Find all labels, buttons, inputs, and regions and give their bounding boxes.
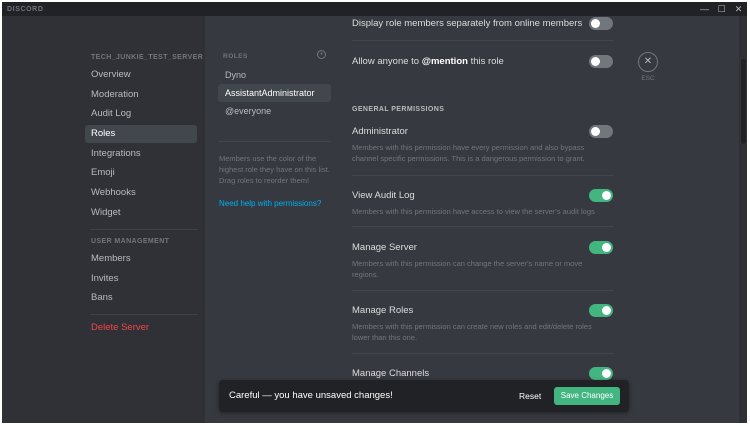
permission-title-manage-channels: Manage Channels [352, 368, 430, 379]
server-name-header: TECH_JUNKIE_TEST_SERVER [91, 54, 204, 61]
permission-title-administrator: Administrator [352, 126, 408, 137]
sidebar-item-emoji[interactable]: Emoji [85, 164, 197, 182]
display-separately-toggle[interactable] [589, 17, 613, 30]
permission-desc-manage-server: Members with this permission can change … [352, 259, 583, 279]
reset-button[interactable]: Reset [519, 391, 541, 401]
permission-desc-administrator: Members with this permission have every … [352, 143, 585, 163]
mention-label-pre: Allow anyone to [352, 56, 422, 67]
titlebar: DISCORD — ☐ ✕ [2, 2, 747, 16]
permission-title-view-audit-log: View Audit Log [352, 190, 415, 201]
settings-sidebar: TECH_JUNKIE_TEST_SERVER Overview Moderat… [2, 16, 205, 423]
role-item-assistant-administrator[interactable]: AssistantAdministrator [218, 84, 331, 102]
roles-header: ROLES [223, 53, 248, 60]
toggle-knob [591, 57, 600, 66]
toggle-knob [591, 127, 600, 136]
toggle-knob [602, 191, 611, 200]
permission-desc-manage-roles: Members with this permission can create … [352, 322, 592, 342]
user-management-header: USER MANAGEMENT [91, 238, 170, 245]
mention-label-bold: @mention [421, 56, 468, 67]
sidebar-item-overview[interactable]: Overview [85, 66, 197, 84]
unsaved-changes-bar: Careful — you have unsaved changes! Rese… [219, 380, 629, 412]
add-role-icon[interactable]: + [317, 50, 326, 59]
toggle-knob [602, 369, 611, 378]
permission-divider [352, 226, 614, 227]
save-changes-button[interactable]: Save Changes [554, 387, 620, 405]
sidebar-item-invites[interactable]: Invites [85, 270, 197, 288]
general-permissions-header: GENERAL PERMISSIONS [352, 106, 445, 113]
sidebar-item-integrations[interactable]: Integrations [85, 145, 197, 163]
permission-divider [352, 290, 614, 291]
permissions-help-link[interactable]: Need help with permissions? [219, 199, 321, 208]
permission-title-manage-roles: Manage Roles [352, 305, 414, 316]
display-separately-label: Display role members separately from onl… [352, 18, 583, 29]
close-window-button[interactable]: ✕ [730, 2, 747, 16]
manage-roles-toggle[interactable] [589, 304, 613, 317]
sidebar-item-moderation[interactable]: Moderation [85, 86, 197, 104]
role-item-everyone[interactable]: @everyone [218, 102, 331, 120]
discord-logo: DISCORD [7, 5, 44, 13]
role-item-dyno[interactable]: Dyno [218, 66, 331, 84]
mention-label: Allow anyone to @mention this role [352, 56, 504, 67]
toggle-knob [591, 19, 600, 28]
manage-server-toggle[interactable] [589, 241, 613, 254]
sidebar-item-widget[interactable]: Widget [85, 204, 197, 222]
permission-divider [352, 175, 614, 176]
unsaved-changes-message: Careful — you have unsaved changes! [229, 390, 393, 401]
scrollbar-thumb[interactable] [741, 59, 746, 144]
permission-divider [352, 353, 614, 354]
sidebar-divider [91, 314, 197, 315]
permission-desc-view-audit-log: Members with this permission have access… [352, 207, 595, 216]
window-controls: — ☐ ✕ [696, 2, 747, 16]
roles-help-text: Members use the color of the highest rol… [219, 154, 330, 185]
manage-channels-toggle[interactable] [589, 367, 613, 380]
toggle-knob [602, 243, 611, 252]
sidebar-divider [91, 229, 197, 230]
maximize-button[interactable]: ☐ [713, 2, 730, 16]
close-settings[interactable]: ✕ ESC [636, 52, 660, 82]
sidebar-item-bans[interactable]: Bans [85, 289, 197, 307]
view-audit-log-toggle[interactable] [589, 189, 613, 202]
roles-divider [218, 141, 331, 142]
sidebar-item-members[interactable]: Members [85, 250, 197, 268]
mention-label-post: this role [467, 56, 504, 67]
permission-title-manage-server: Manage Server [352, 242, 417, 253]
esc-label: ESC [641, 75, 655, 82]
toggle-knob [602, 306, 611, 315]
roles-list-panel: ROLES + Dyno AssistantAdministrator @eve… [205, 16, 337, 423]
minimize-button[interactable]: — [696, 2, 713, 16]
sidebar-item-webhooks[interactable]: Webhooks [85, 184, 197, 202]
close-icon[interactable]: ✕ [638, 52, 658, 72]
settings-divider [352, 40, 614, 41]
sidebar-item-audit-log[interactable]: Audit Log [85, 105, 197, 123]
delete-server-button[interactable]: Delete Server [85, 319, 197, 337]
administrator-toggle[interactable] [589, 125, 613, 138]
mention-toggle[interactable] [589, 55, 613, 68]
discord-window: DISCORD — ☐ ✕ TECH_JUNKIE_TEST_SERVER Ov… [2, 2, 747, 423]
sidebar-item-roles[interactable]: Roles [85, 125, 197, 143]
